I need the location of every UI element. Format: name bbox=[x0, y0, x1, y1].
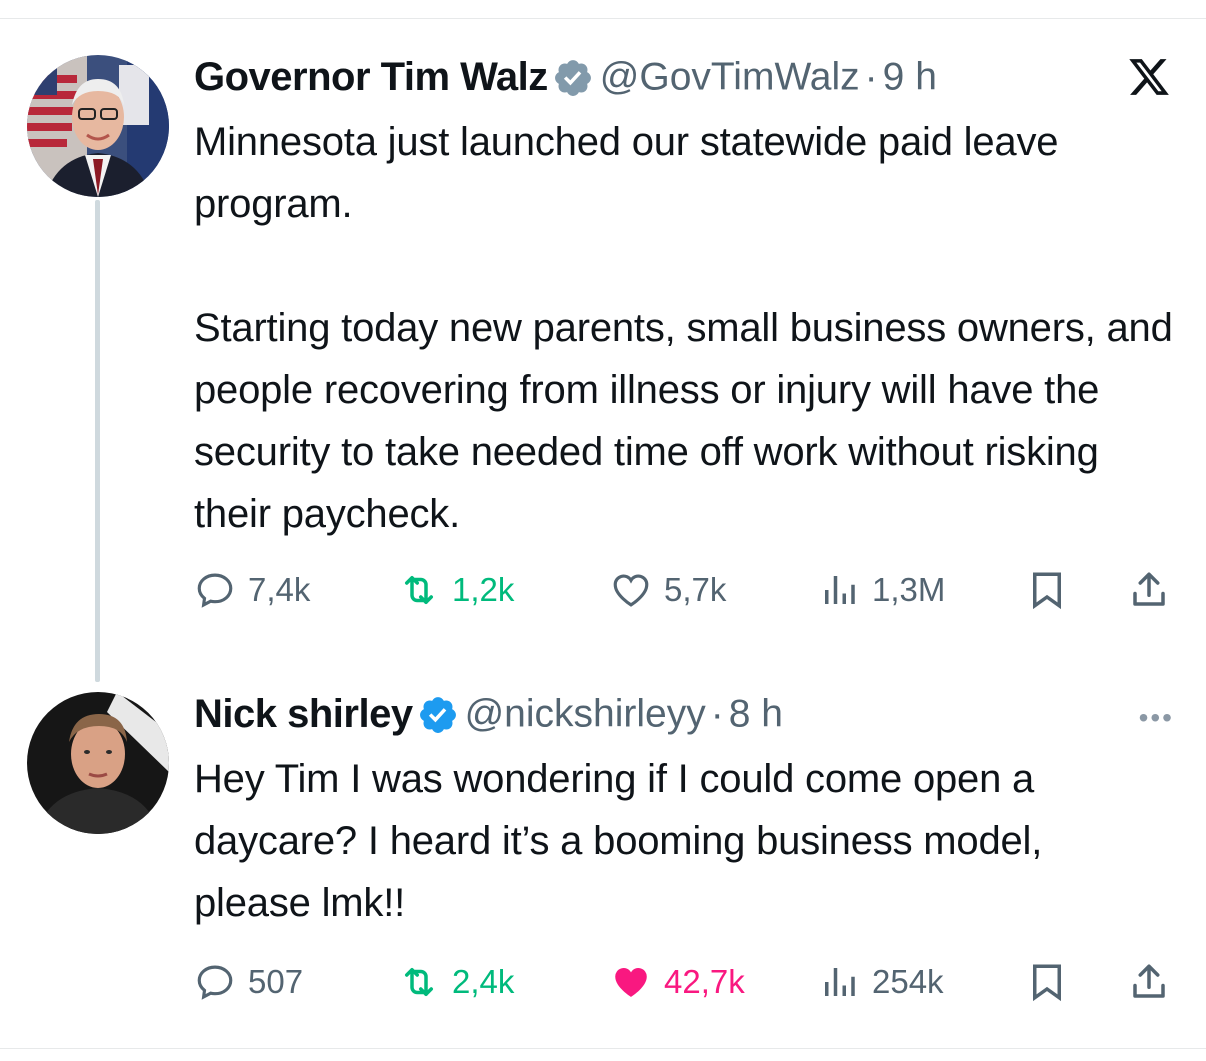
repost-button[interactable]: 1,2k bbox=[398, 565, 514, 615]
reply-count: 507 bbox=[248, 963, 304, 1000]
views-button[interactable]: 254k bbox=[818, 957, 944, 1007]
avatar-nick[interactable] bbox=[27, 692, 169, 834]
author-handle[interactable]: @GovTimWalz bbox=[600, 56, 860, 99]
tweet-header: Governor Tim Walz @GovTimWalz · 9 h bbox=[194, 55, 1184, 103]
share-button[interactable] bbox=[1128, 565, 1170, 615]
reply-icon bbox=[197, 965, 233, 1000]
action-bar: 7,4k 1,2k 5,7k 1,3M bbox=[194, 565, 1174, 615]
bookmark-button[interactable] bbox=[1026, 957, 1068, 1007]
share-icon bbox=[1133, 964, 1165, 998]
bookmark-button[interactable] bbox=[1026, 565, 1068, 615]
author-name[interactable]: Governor Tim Walz bbox=[194, 55, 548, 99]
tweet-text: Hey Tim I was wondering if I could come … bbox=[194, 748, 1184, 934]
verified-badge-icon bbox=[554, 59, 591, 96]
separator-dot: · bbox=[864, 55, 878, 99]
thread-connector-line bbox=[95, 200, 100, 682]
repost-count: 2,4k bbox=[452, 963, 515, 1000]
tweet-time[interactable]: 9 h bbox=[883, 56, 937, 99]
like-button[interactable]: 42,7k bbox=[610, 957, 745, 1007]
author-name[interactable]: Nick shirley bbox=[194, 692, 413, 736]
repost-button[interactable]: 2,4k bbox=[398, 957, 514, 1007]
tweet-header: Nick shirley @nickshirleyy · 8 h ••• bbox=[194, 692, 1184, 740]
tweet-paragraph: Hey Tim I was wondering if I could come … bbox=[194, 757, 1043, 925]
views-button[interactable]: 1,3M bbox=[818, 565, 945, 615]
tweet-paragraph: Minnesota just launched our statewide pa… bbox=[194, 120, 1059, 226]
bookmark-icon bbox=[1033, 964, 1061, 1002]
views-chart-icon bbox=[825, 576, 855, 604]
repost-count: 1,2k bbox=[452, 571, 515, 608]
like-count: 42,7k bbox=[664, 963, 745, 1000]
tweet-text: Minnesota just launched our statewide pa… bbox=[194, 111, 1184, 545]
like-button[interactable]: 5,7k bbox=[610, 565, 726, 615]
views-count: 1,3M bbox=[872, 571, 946, 608]
heart-icon bbox=[613, 574, 649, 607]
reply-button[interactable]: 507 bbox=[194, 957, 303, 1007]
views-count: 254k bbox=[872, 963, 944, 1000]
heart-icon bbox=[615, 968, 647, 997]
author-handle[interactable]: @nickshirleyy bbox=[465, 693, 706, 736]
bookmark-icon bbox=[1033, 572, 1061, 610]
reply-button[interactable]: 7,4k bbox=[194, 565, 310, 615]
top-divider bbox=[0, 18, 1206, 19]
x-logo-icon bbox=[1129, 59, 1169, 95]
views-chart-icon bbox=[825, 968, 855, 996]
reply-icon bbox=[197, 573, 233, 608]
tweet-time[interactable]: 8 h bbox=[729, 693, 783, 736]
avatar-governor[interactable] bbox=[27, 55, 169, 197]
verified-badge-icon bbox=[419, 696, 456, 733]
repost-icon bbox=[405, 968, 433, 996]
repost-icon bbox=[405, 576, 433, 604]
separator-dot: · bbox=[710, 692, 724, 736]
bottom-divider bbox=[0, 1048, 1206, 1049]
share-icon bbox=[1133, 572, 1165, 606]
action-bar: 507 2,4k 42,7k 254k bbox=[194, 957, 1174, 1007]
share-button[interactable] bbox=[1128, 957, 1170, 1007]
reply-count: 7,4k bbox=[248, 571, 311, 608]
more-options-icon[interactable]: ••• bbox=[1139, 704, 1174, 732]
tweet-paragraph: Starting today new parents, small busine… bbox=[194, 306, 1173, 536]
like-count: 5,7k bbox=[664, 571, 727, 608]
